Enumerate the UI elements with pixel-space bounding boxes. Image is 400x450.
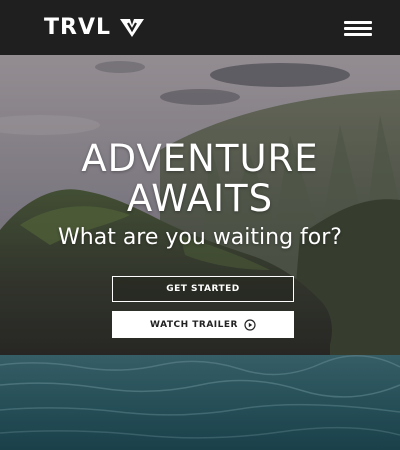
play-circle-icon xyxy=(244,318,256,331)
watch-trailer-button[interactable]: WATCH TRAILER xyxy=(112,311,294,338)
hero-section: ADVENTURE AWAITS What are you waiting fo… xyxy=(0,55,400,450)
hero-title-line-1: ADVENTURE xyxy=(81,137,319,180)
get-started-button[interactable]: GET STARTED xyxy=(112,276,294,302)
chevron-shield-icon xyxy=(119,18,145,38)
brand-logo[interactable]: TRVL xyxy=(44,16,145,40)
hero-background-image xyxy=(0,55,400,450)
get-started-label: GET STARTED xyxy=(166,284,240,294)
hero-title-line-2: AWAITS xyxy=(126,177,274,220)
hamburger-menu-icon[interactable] xyxy=(344,19,372,39)
top-navbar: TRVL xyxy=(0,0,400,55)
hero-subtitle: What are you waiting for? xyxy=(58,225,342,250)
brand-name: TRVL xyxy=(44,15,111,40)
page: TRVL ADVENTURE AWAITS What are you waiti… xyxy=(0,0,400,450)
watch-trailer-label: WATCH TRAILER xyxy=(150,319,238,330)
hero-title: ADVENTURE AWAITS xyxy=(0,139,400,219)
